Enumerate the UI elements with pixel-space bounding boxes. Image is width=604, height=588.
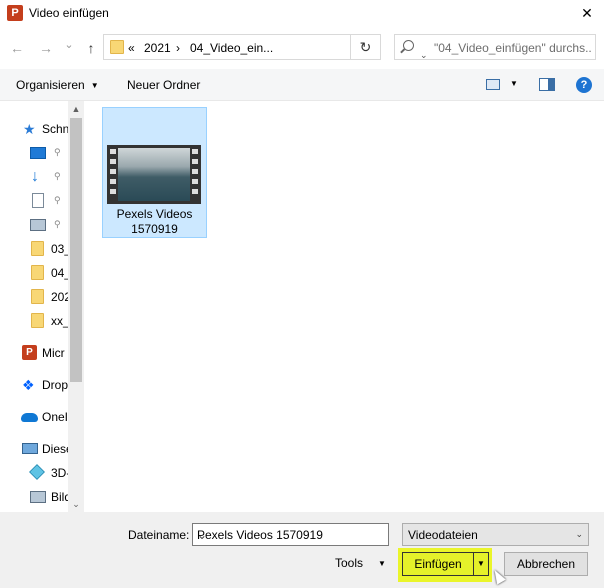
pictures-icon <box>30 491 46 503</box>
chevron-down-icon: ▼ <box>90 81 99 90</box>
folder-icon <box>31 313 44 328</box>
sidebar-item-label: 04_ <box>51 266 68 280</box>
organize-label: Organisieren <box>16 78 85 92</box>
sidebar-item-3d-objects[interactable]: 3D- <box>0 462 68 484</box>
title-bar: P Video einfügen ✕ <box>0 0 604 27</box>
chevron-down-icon[interactable]: ⌄ <box>197 528 383 542</box>
video-thumbnail-icon <box>107 145 201 204</box>
desktop-icon <box>30 147 46 159</box>
pin-icon: ⚲ <box>54 195 61 205</box>
pin-icon: ⚲ <box>54 219 61 229</box>
breadcrumb-current[interactable]: 04_Video_ein... <box>190 41 273 55</box>
window-title: Video einfügen <box>29 6 109 20</box>
powerpoint-icon: P <box>7 5 23 21</box>
filetype-value: Videodateien <box>408 528 478 542</box>
sidebar-item-quick-access[interactable]: ★ Schn <box>0 118 68 140</box>
dropbox-icon: ❖ <box>22 377 35 393</box>
sidebar-scrollbar[interactable]: ▲ ⌄ <box>68 101 84 512</box>
sidebar-item-label: xx_ <box>51 314 68 328</box>
forward-button[interactable]: → <box>36 38 56 58</box>
sidebar-item-label: Bild <box>51 490 68 504</box>
sidebar-item-label: Schn <box>42 122 68 136</box>
powerpoint-icon: P <box>22 345 37 360</box>
sidebar-item-powerpoint[interactable]: P Micr <box>0 342 68 364</box>
sidebar-item-bilder[interactable]: Bild <box>0 486 68 508</box>
search-placeholder: "04_Video_einfügen" durchs... <box>434 41 592 55</box>
3d-objects-icon <box>29 464 45 480</box>
onedrive-icon <box>21 413 38 422</box>
recent-locations-button[interactable]: ⌄ <box>59 35 79 55</box>
sidebar-item-folder-202[interactable]: 202 <box>0 286 68 308</box>
new-folder-button[interactable]: Neuer Ordner <box>127 78 200 92</box>
sidebar-item-downloads[interactable]: ↓ ⚲ <box>0 166 68 188</box>
pin-icon: ⚲ <box>54 171 61 181</box>
file-item-video[interactable]: Pexels Videos 1570919 <box>102 107 207 238</box>
insert-dropdown-button[interactable]: ▼ <box>474 552 489 576</box>
cancel-button[interactable]: Abbrechen <box>504 552 588 576</box>
folder-icon <box>31 289 44 304</box>
folder-icon <box>31 265 44 280</box>
sidebar-item-label: Diese <box>42 442 68 456</box>
view-dropdown-button[interactable]: ▼ <box>510 79 518 88</box>
sidebar-item-folder-04[interactable]: 04_ <box>0 262 68 284</box>
address-row: ← → ⌄ ↑ « 2021 › 04_Video_ein... ⌄ ↻ "04… <box>0 27 604 69</box>
filename-label: Dateiname: <box>128 528 190 542</box>
sidebar-item-label: 3D- <box>51 466 68 480</box>
file-name: Pexels Videos 1570919 <box>116 207 193 236</box>
folder-icon <box>110 40 124 54</box>
tools-dropdown-icon[interactable]: ▼ <box>378 559 386 568</box>
refresh-button[interactable]: ↻ <box>351 34 381 60</box>
sidebar-item-label: Micr <box>42 346 65 360</box>
breadcrumb-2021[interactable]: 2021 <box>144 41 171 55</box>
navigation-pane: ★ Schn ⚲ ↓ ⚲ ⚲ ⚲ 03_ 04_ 202 xx_ P Micr … <box>0 101 84 512</box>
view-options-icon[interactable] <box>486 79 500 90</box>
back-button[interactable]: ← <box>7 38 27 58</box>
scrollbar-thumb[interactable] <box>70 118 82 382</box>
download-arrow-icon: ↓ <box>31 168 39 185</box>
sidebar-item-label: OneI <box>42 410 68 424</box>
address-bar[interactable]: « 2021 › 04_Video_ein... ⌄ <box>103 34 428 60</box>
document-icon <box>32 193 44 208</box>
organize-button[interactable]: Organisieren ▼ <box>16 78 99 92</box>
sidebar-item-onedrive[interactable]: OneI <box>0 406 68 428</box>
sidebar-item-pictures[interactable]: ⚲ <box>0 214 68 236</box>
sidebar-item-desktop[interactable]: ⚲ <box>0 142 68 164</box>
file-list: Pexels Videos 1570919 <box>84 101 604 512</box>
filename-input[interactable]: Pexels Videos 1570919 ⌄ <box>192 523 389 546</box>
sidebar-item-documents[interactable]: ⚲ <box>0 190 68 212</box>
sidebar-item-folder-xx[interactable]: xx_ <box>0 310 68 332</box>
sidebar-item-label: 03_ <box>51 242 68 256</box>
sidebar-item-folder-03[interactable]: 03_ <box>0 238 68 260</box>
insert-button[interactable]: Einfügen <box>402 552 474 576</box>
sidebar-item-dropbox[interactable]: ❖ Drop <box>0 374 68 396</box>
pin-icon: ⚲ <box>54 147 61 157</box>
command-bar: Organisieren ▼ Neuer Ordner ▼ ? <box>0 69 604 101</box>
sidebar-item-label: Drop <box>42 378 68 392</box>
breadcrumb-overflow[interactable]: « <box>128 41 135 55</box>
preview-pane-icon[interactable] <box>539 78 555 91</box>
sidebar-item-label: 202 <box>51 290 68 304</box>
scroll-down-button[interactable]: ⌄ <box>68 496 84 512</box>
search-input[interactable]: "04_Video_einfügen" durchs... <box>394 34 596 60</box>
pictures-icon <box>30 219 46 231</box>
sidebar-item-this-pc[interactable]: Diese <box>0 438 68 460</box>
help-icon[interactable]: ? <box>576 77 592 93</box>
star-icon: ★ <box>23 121 36 137</box>
scroll-up-button[interactable]: ▲ <box>68 101 84 117</box>
chevron-down-icon: ⌄ <box>575 529 583 539</box>
dialog-footer: Dateiname: Pexels Videos 1570919 ⌄ Video… <box>0 512 604 588</box>
computer-icon <box>22 443 38 454</box>
search-icon <box>403 40 414 51</box>
breadcrumb-separator[interactable]: › <box>176 41 180 55</box>
up-button[interactable]: ↑ <box>81 38 101 58</box>
folder-icon <box>31 241 44 256</box>
close-button[interactable]: ✕ <box>570 0 604 27</box>
filetype-select[interactable]: Videodateien ⌄ <box>402 523 589 546</box>
tools-button[interactable]: Tools <box>335 556 363 570</box>
